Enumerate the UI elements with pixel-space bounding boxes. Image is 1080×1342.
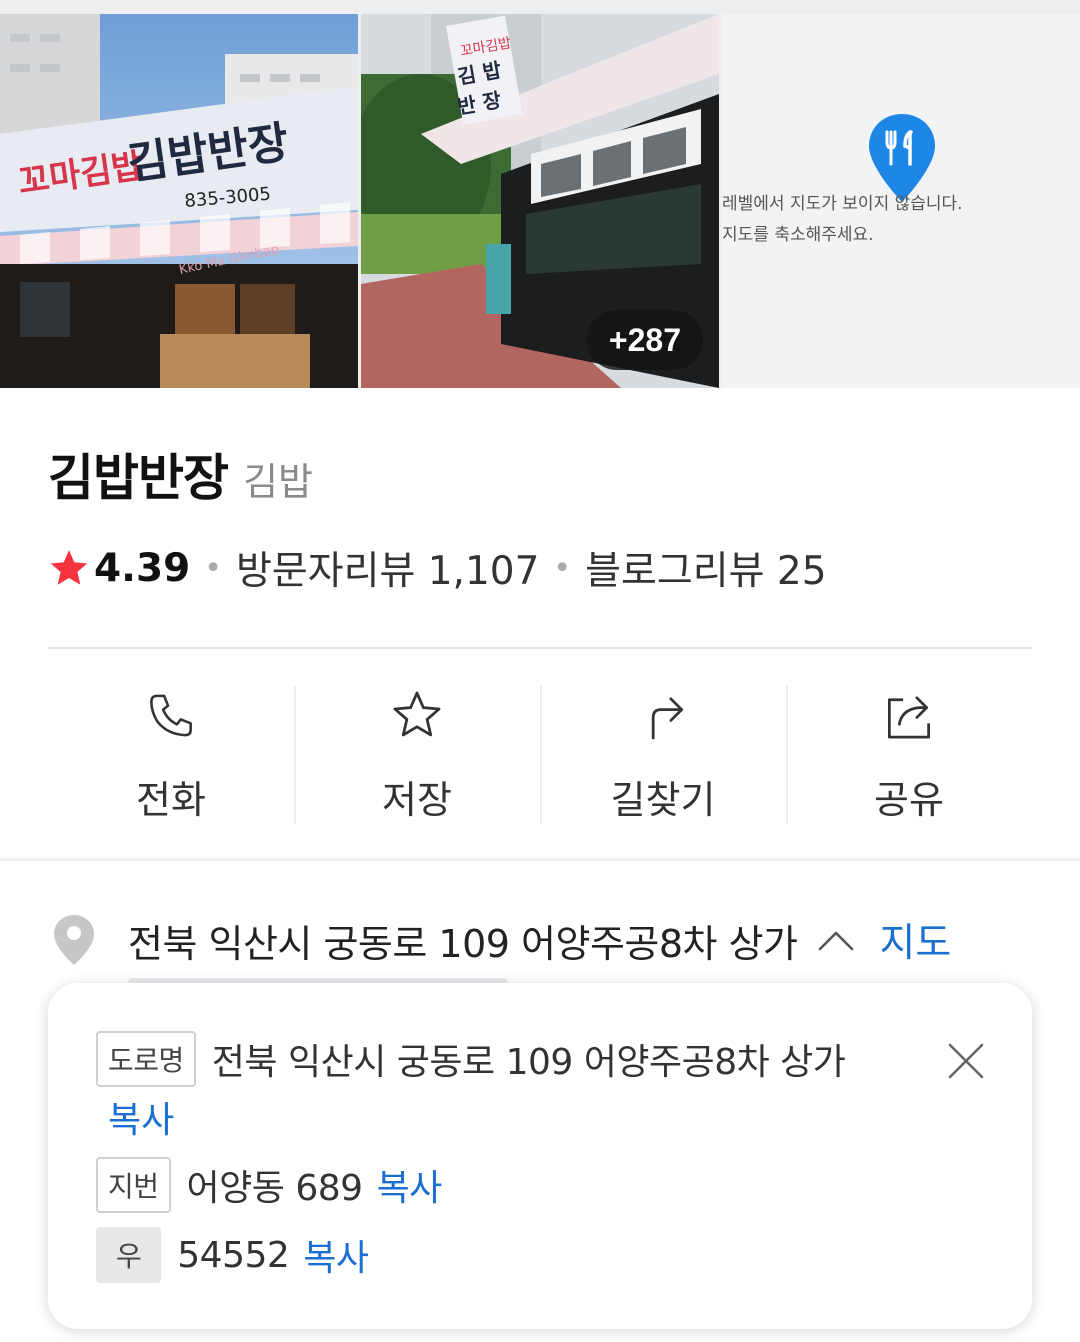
location-pin-icon — [54, 915, 94, 965]
zip-code-row: 우 54552 복사 — [96, 1227, 369, 1283]
blog-review-link[interactable]: 블로그리뷰 25 — [585, 540, 826, 596]
more-photos-badge[interactable]: +287 — [586, 310, 703, 370]
address-row: 전북 익산시 궁동로 109 어양주공8차 상가 지도 — [52, 912, 1062, 968]
copy-road-address-button[interactable]: 복사 — [108, 1091, 174, 1143]
section-divider — [0, 858, 1080, 861]
share-icon — [887, 696, 931, 739]
address-text[interactable]: 전북 익산시 궁동로 109 어양주공8차 상가 — [128, 913, 798, 968]
road-address-tag: 도로명 — [96, 1031, 196, 1087]
share-button[interactable]: 공유 — [786, 686, 1032, 824]
zip-code-text: 54552 — [177, 1234, 290, 1276]
zip-code-tag: 우 — [96, 1227, 162, 1283]
lot-address-text: 어양동 689 — [186, 1168, 364, 1209]
map-message: 레벨에서 지도가 보이지 않습니다. 지도를 축소해주세요. — [722, 194, 963, 245]
road-address-row: 도로명 전북 익산시 궁동로 109 어양주공8차 상가 — [96, 1031, 846, 1087]
call-button[interactable]: 전화 — [48, 686, 294, 824]
call-label: 전화 — [136, 778, 206, 822]
chevron-up-icon[interactable] — [816, 927, 856, 953]
action-bar: 전화 저장 길찾기 공유 — [48, 686, 1032, 824]
star-rating-icon — [50, 550, 88, 585]
photo-side-view[interactable]: 꼬마김밥 김 밥 반 장 +287 — [361, 14, 719, 388]
share-label: 공유 — [874, 778, 944, 822]
divider — [48, 647, 1032, 649]
map-link[interactable]: 지도 — [880, 912, 952, 968]
copy-lot-address-button[interactable]: 복사 — [377, 1159, 443, 1211]
map-thumbnail[interactable]: 레벨에서 지도가 보이지 않습니다. 지도를 축소해주세요. — [722, 14, 1080, 388]
save-label: 저장 — [382, 778, 452, 822]
lot-address-row: 지번 어양동 689 복사 — [96, 1157, 442, 1213]
save-button[interactable]: 저장 — [294, 686, 540, 824]
close-icon[interactable] — [946, 1041, 986, 1081]
photo-storefront[interactable]: 꼬마김밥 김밥반장 835-3005 Kko Ma Gimbap — [0, 14, 358, 388]
road-address-text: 전북 익산시 궁동로 109 어양주공8차 상가 — [211, 1042, 846, 1083]
lot-address-tag: 지번 — [96, 1157, 171, 1213]
directions-icon — [651, 697, 684, 740]
star-outline-icon — [393, 691, 441, 737]
address-detail-popup: 도로명 전북 익산시 궁동로 109 어양주공8차 상가 복사 지번 어양동 6… — [48, 983, 1032, 1329]
copy-zip-code-button[interactable]: 복사 — [303, 1229, 369, 1281]
directions-button[interactable]: 길찾기 — [540, 686, 786, 824]
directions-label: 길찾기 — [610, 778, 716, 822]
place-header: 김밥반장 김밥 — [48, 438, 313, 510]
phone-icon — [150, 694, 192, 737]
photo-strip: 꼬마김밥 김밥반장 835-3005 Kko Ma Gimbap 꼬마김밥 김 … — [0, 0, 1080, 388]
visitor-review-link[interactable]: 방문자리뷰 1,107 — [236, 540, 539, 596]
rating-row: 4.39 • 방문자리뷰 1,107 • 블로그리뷰 25 — [48, 540, 827, 596]
rating-value: 4.39 — [94, 545, 191, 591]
place-category: 김밥 — [243, 460, 314, 504]
place-name: 김밥반장 — [48, 449, 229, 507]
